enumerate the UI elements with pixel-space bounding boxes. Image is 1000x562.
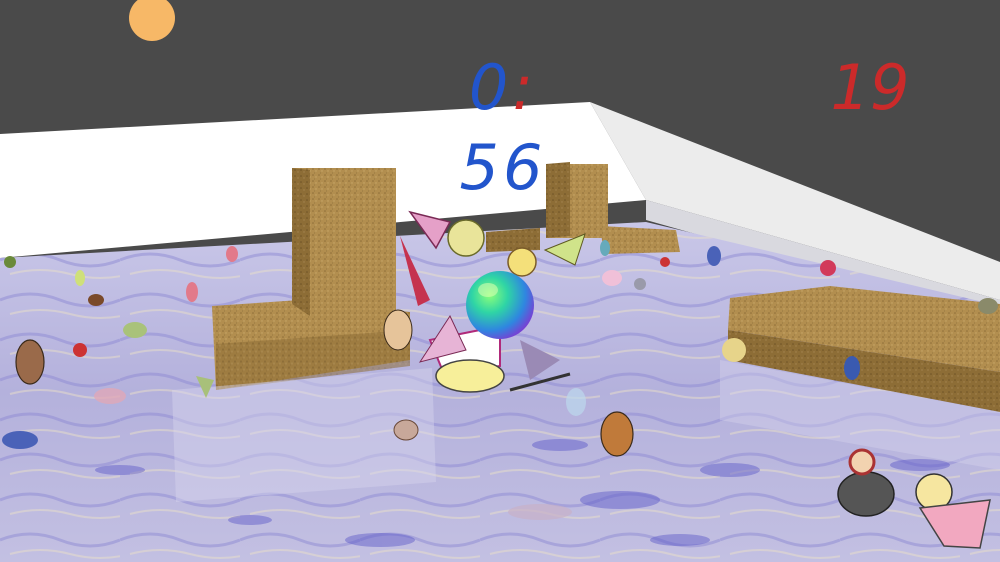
player-ball[interactable] (466, 271, 534, 339)
score-display: 19 (830, 51, 910, 124)
timer-seconds: 56 (459, 131, 547, 204)
sand-pillar-left (292, 168, 396, 316)
timer-minutes: 0 (468, 51, 513, 124)
timer-separator: : (512, 51, 538, 124)
sand-pillar-back (546, 162, 608, 238)
player-ball-highlight (478, 283, 498, 297)
timer-display: 0:56 (438, 48, 568, 204)
